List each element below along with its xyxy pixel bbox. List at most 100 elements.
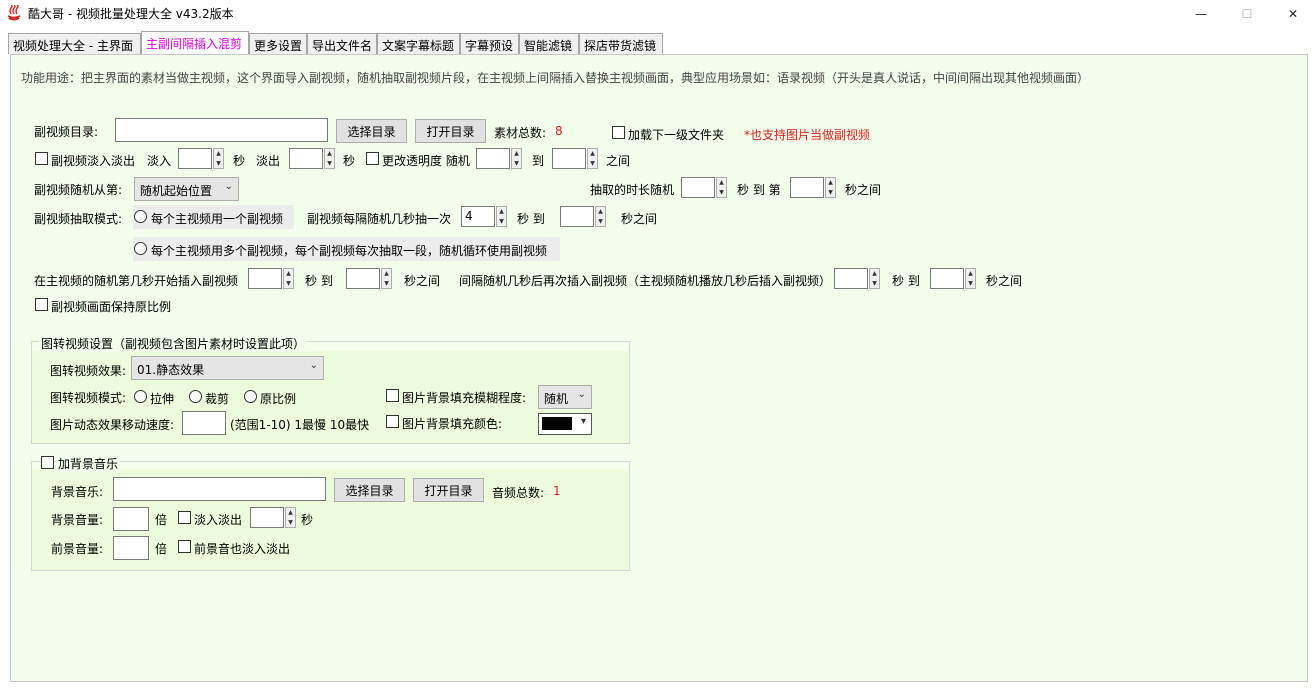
- bg-volume-input[interactable]: [113, 507, 149, 531]
- opacity-checkbox[interactable]: [366, 152, 379, 165]
- fade-out-stepper[interactable]: ▲ ▼: [289, 148, 337, 169]
- audio-count-label: 音频总数:: [492, 486, 545, 500]
- fade-in-stepper[interactable]: ▲ ▼: [178, 148, 226, 169]
- duration-sec-to-label: 秒 到 第: [737, 183, 781, 197]
- sub-video-dir-label: 副视频目录:: [34, 125, 99, 139]
- fade-in-sec-label: 秒: [233, 154, 246, 168]
- bg-volume-label: 背景音量:: [51, 513, 104, 527]
- speed-input[interactable]: [182, 411, 226, 435]
- fade-out-sec-label: 秒: [343, 154, 356, 168]
- image-mode-label: 图转视频模式:: [50, 391, 127, 405]
- music-select-dir-button[interactable]: 选择目录: [334, 478, 405, 502]
- window-title: 酷大哥 - 视频批量处理大全 v43.2版本: [28, 7, 234, 21]
- image-support-note: *也支持图片当做副视频: [744, 128, 871, 142]
- opacity-to-label: 到: [532, 154, 545, 168]
- minimize-button[interactable]: —: [1178, 0, 1224, 28]
- description-text: 功能用途：把主界面的素材当做主视频，这个界面导入副视频，随机抽取副视频片段，在主…: [21, 71, 1090, 85]
- speed-label: 图片动态效果移动速度:: [50, 418, 175, 432]
- random-from-value: 随机起始位置: [140, 184, 213, 198]
- fade-checkbox[interactable]: [35, 152, 48, 165]
- chevron-down-icon: ▾: [580, 416, 586, 427]
- load-subfolder-checkbox[interactable]: [612, 126, 625, 139]
- fade-out-label: 淡出: [256, 154, 281, 168]
- music-open-dir-button[interactable]: 打开目录: [413, 478, 484, 502]
- interval-label: 间隔随机几秒后再次插入副视频（主视频随机播放几秒后插入副视频）: [459, 274, 832, 288]
- every-n-max-stepper[interactable]: ▲ ▼: [560, 206, 608, 227]
- duration-label: 抽取的时长随机: [590, 183, 675, 197]
- mode-stretch-label: 拉伸: [150, 392, 175, 406]
- mode-multi-label: 每个主视频用多个副视频，每个副视频每次抽取一段，随机循环使用副视频: [151, 244, 548, 258]
- opacity-between-label: 之间: [606, 154, 631, 168]
- mode-original-label: 原比例: [260, 392, 297, 406]
- blur-checkbox[interactable]: [386, 389, 399, 402]
- every-n-label: 副视频每隔随机几秒抽一次: [307, 212, 452, 226]
- random-from-label: 副视频随机从第:: [34, 183, 123, 197]
- duration-max-stepper[interactable]: ▲ ▼: [790, 177, 838, 198]
- keep-ratio-label: 副视频画面保持原比例: [51, 300, 172, 314]
- insert-start-label: 在主视频的随机第几秒开始插入副视频: [34, 274, 239, 288]
- load-subfolder-label: 加载下一级文件夹: [628, 128, 725, 142]
- close-button[interactable]: ✕: [1270, 0, 1316, 28]
- random-from-select[interactable]: 随机起始位置 ⌄: [134, 177, 239, 201]
- fg-volume-input[interactable]: [113, 536, 149, 560]
- title-bar: 酷大哥 - 视频批量处理大全 v43.2版本 — ☐ ✕: [0, 0, 1316, 28]
- mode-multi-radio[interactable]: [134, 242, 147, 255]
- fade-in-label: 淡入: [147, 154, 172, 168]
- every-n-sec-to-label: 秒 到: [517, 212, 545, 226]
- fg-volume-times: 倍: [155, 542, 168, 556]
- chevron-down-icon: ⌄: [224, 181, 233, 192]
- insert-start-min-stepper[interactable]: ▲ ▼: [248, 268, 296, 289]
- open-dir-button[interactable]: 打开目录: [415, 119, 486, 143]
- mode-stretch-radio[interactable]: [134, 390, 147, 403]
- mode-single-label: 每个主视频用一个副视频: [151, 212, 284, 226]
- opacity-label: 更改透明度 随机: [382, 154, 470, 168]
- fade-label: 副视频淡入淡出: [51, 154, 136, 168]
- fg-fade-checkbox[interactable]: [178, 540, 191, 553]
- tab-store-filter[interactable]: 探店带货滤镜: [579, 33, 663, 54]
- bg-music-input[interactable]: [113, 477, 326, 501]
- tab-subtitle-preset[interactable]: 字幕预设: [460, 33, 519, 54]
- tab-main[interactable]: 视频处理大全 - 主界面: [8, 33, 141, 54]
- tab-export-filename[interactable]: 导出文件名: [307, 33, 377, 54]
- tab-smart-filter[interactable]: 智能滤镜: [519, 33, 579, 54]
- chevron-down-icon: ⌄: [309, 360, 318, 371]
- mode-crop-radio[interactable]: [189, 390, 202, 403]
- interval-min-stepper[interactable]: ▲ ▼: [834, 268, 882, 289]
- opacity-max-stepper[interactable]: ▲ ▼: [552, 148, 600, 169]
- tab-caption-title[interactable]: 文案字幕标题: [377, 33, 460, 54]
- blur-label: 图片背景填充模糊程度:: [402, 391, 527, 405]
- mode-crop-label: 裁剪: [205, 392, 230, 406]
- every-n-min-stepper[interactable]: 4 ▲ ▼: [461, 206, 509, 227]
- extract-mode-label: 副视频抽取模式:: [34, 212, 123, 226]
- blur-value: 随机: [544, 392, 569, 406]
- blur-select[interactable]: 随机 ⌄: [538, 385, 592, 409]
- select-dir-button[interactable]: 选择目录: [336, 119, 407, 143]
- insert-start-max-stepper[interactable]: ▲ ▼: [346, 268, 394, 289]
- chevron-down-icon: ⌄: [577, 389, 586, 400]
- sub-video-dir-input[interactable]: [115, 118, 328, 142]
- bgcolor-select[interactable]: ▾: [538, 413, 592, 435]
- opacity-min-stepper[interactable]: ▲ ▼: [476, 148, 524, 169]
- bg-music-checkbox[interactable]: [41, 456, 54, 469]
- audio-count-value: 1: [553, 484, 561, 498]
- keep-ratio-checkbox[interactable]: [35, 298, 48, 311]
- interval-max-stepper[interactable]: ▲ ▼: [930, 268, 978, 289]
- insert-start-sec-to-label: 秒 到: [305, 274, 333, 288]
- maximize-button[interactable]: ☐: [1224, 0, 1270, 28]
- music-fade-label: 淡入淡出: [194, 513, 243, 527]
- fg-volume-label: 前景音量:: [51, 542, 104, 556]
- mode-single-radio[interactable]: [134, 210, 147, 223]
- bgcolor-label: 图片背景填充颜色:: [402, 417, 503, 431]
- image-effect-select[interactable]: 01.静态效果 ⌄: [131, 356, 324, 380]
- every-n-min-value: 4: [461, 206, 495, 227]
- speed-hint: (范围1-10) 1最慢 10最快: [230, 418, 370, 432]
- music-fade-stepper[interactable]: ▲ ▼: [250, 507, 298, 528]
- music-fade-checkbox[interactable]: [178, 511, 191, 524]
- duration-min-stepper[interactable]: ▲ ▼: [681, 177, 729, 198]
- tab-more-settings[interactable]: 更多设置: [249, 33, 307, 54]
- hot-spring-icon: [7, 5, 21, 21]
- mode-original-radio[interactable]: [244, 390, 257, 403]
- tab-interval-insert[interactable]: 主副间隔插入混剪: [141, 31, 249, 55]
- image-effect-value: 01.静态效果: [137, 363, 205, 377]
- bgcolor-checkbox[interactable]: [386, 415, 399, 428]
